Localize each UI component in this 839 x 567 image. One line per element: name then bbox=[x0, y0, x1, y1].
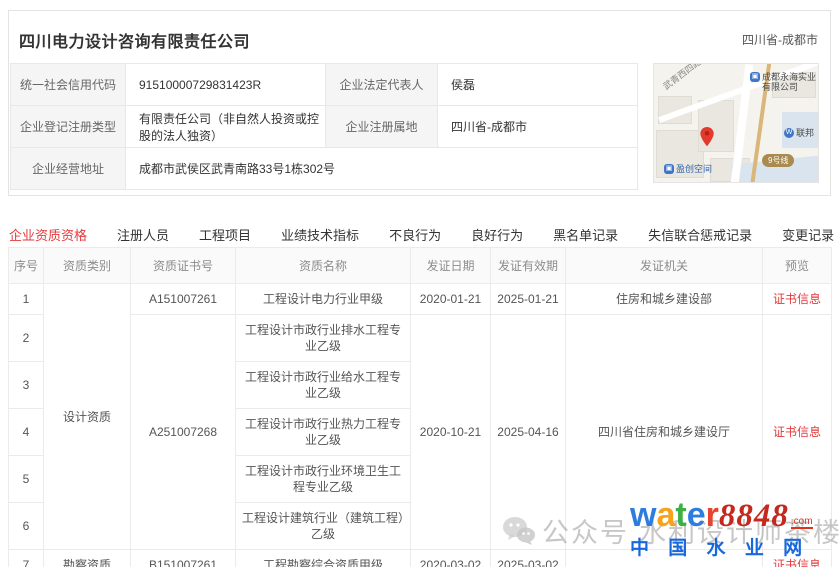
page-title: 四川电力设计咨询有限责任公司 bbox=[19, 28, 250, 52]
column-header-cert-no: 资质证书号 bbox=[131, 248, 236, 284]
map-poi-yingchuang: ▣ 盈创空间 bbox=[664, 164, 712, 174]
col-seq: 2 bbox=[9, 315, 44, 362]
map-pin-icon bbox=[699, 126, 715, 148]
cert-info-link[interactable]: 证书信息 bbox=[773, 425, 821, 439]
col-seq: 7 bbox=[9, 550, 44, 567]
info-value: 侯磊 bbox=[438, 64, 638, 106]
info-label: 企业法定代表人 bbox=[326, 64, 438, 106]
table-row: 1设计资质A151007261工程设计电力行业甲级2020-01-212025-… bbox=[9, 284, 832, 315]
map-thumbnail[interactable]: 武青西四路 ▣ 成都永海实业有限公司 W 联邦 ▣ 盈创空间 9号线 bbox=[653, 63, 819, 183]
col-seq: 3 bbox=[9, 362, 44, 409]
cert-info-link[interactable]: 证书信息 bbox=[773, 292, 821, 306]
cert-info-link[interactable]: 证书信息 bbox=[773, 558, 821, 567]
col-issue-date: 2020-01-21 bbox=[411, 284, 491, 315]
col-qual-name: 工程设计市政行业给水工程专业乙级 bbox=[236, 362, 411, 409]
column-header-qual-name: 资质名称 bbox=[236, 248, 411, 284]
col-qual-name: 工程设计市政行业环境卫生工程专业乙级 bbox=[236, 456, 411, 503]
info-value: 91510000729831423R bbox=[126, 64, 326, 106]
col-preview: 证书信息 bbox=[763, 284, 832, 315]
company-info-table: 统一社会信用代码91510000729831423R企业法定代表人侯磊企业登记注… bbox=[10, 63, 638, 190]
column-header-authority: 发证机关 bbox=[566, 248, 763, 284]
col-seq: 6 bbox=[9, 503, 44, 550]
info-value: 成都市武侯区武青南路33号1栋302号 bbox=[126, 148, 638, 190]
col-preview: 证书信息 bbox=[763, 315, 832, 550]
col-cert-no: A151007261 bbox=[131, 284, 236, 315]
col-seq: 1 bbox=[9, 284, 44, 315]
col-preview: 证书信息 bbox=[763, 550, 832, 567]
table-row: 7勘察资质B151007261工程勘察综合资质甲级2020-03-022025-… bbox=[9, 550, 832, 567]
col-valid-date: 2025-04-16 bbox=[491, 315, 566, 550]
column-header-category: 资质类别 bbox=[44, 248, 131, 284]
col-seq: 4 bbox=[9, 409, 44, 456]
map-road-label: 武青西四路 bbox=[660, 63, 704, 92]
company-region-label: 四川省-成都市 bbox=[742, 28, 818, 48]
header-body: 统一社会信用代码91510000729831423R企业法定代表人侯磊企业登记注… bbox=[9, 61, 830, 190]
map-poi-lianbang: W 联邦 bbox=[784, 128, 814, 138]
col-category: 设计资质 bbox=[44, 284, 131, 550]
page: 四川电力设计咨询有限责任公司 四川省-成都市 统一社会信用代码915100007… bbox=[0, 0, 839, 567]
qualification-table: 序号资质类别资质证书号资质名称发证日期发证有效期发证机关预览 1设计资质A151… bbox=[8, 247, 832, 567]
metro-line-badge: 9号线 bbox=[762, 154, 794, 167]
col-category: 勘察资质 bbox=[44, 550, 131, 567]
col-authority: 住房和城乡建设部 bbox=[566, 550, 763, 567]
col-qual-name: 工程勘察综合资质甲级 bbox=[236, 550, 411, 567]
col-authority: 住房和城乡建设部 bbox=[566, 284, 763, 315]
col-qual-name: 工程设计建筑行业（建筑工程）乙级 bbox=[236, 503, 411, 550]
info-value: 有限责任公司（非自然人投资或控股的法人独资） bbox=[126, 106, 326, 148]
table-row: 2A251007268工程设计市政行业排水工程专业乙级2020-10-21202… bbox=[9, 315, 832, 362]
col-valid-date: 2025-03-02 bbox=[491, 550, 566, 567]
building-icon: ▣ bbox=[750, 72, 760, 82]
building-icon: ▣ bbox=[664, 164, 674, 174]
col-valid-date: 2025-01-21 bbox=[491, 284, 566, 315]
col-qual-name: 工程设计市政行业热力工程专业乙级 bbox=[236, 409, 411, 456]
col-issue-date: 2020-03-02 bbox=[411, 550, 491, 567]
col-cert-no: A251007268 bbox=[131, 315, 236, 550]
info-label: 企业经营地址 bbox=[11, 148, 126, 190]
info-label: 统一社会信用代码 bbox=[11, 64, 126, 106]
col-seq: 5 bbox=[9, 456, 44, 503]
info-label: 企业注册属地 bbox=[326, 106, 438, 148]
col-qual-name: 工程设计电力行业甲级 bbox=[236, 284, 411, 315]
title-row: 四川电力设计咨询有限责任公司 四川省-成都市 bbox=[9, 11, 830, 61]
col-qual-name: 工程设计市政行业排水工程专业乙级 bbox=[236, 315, 411, 362]
poi-icon: W bbox=[784, 128, 794, 138]
map-poi-company: ▣ 成都永海实业有限公司 bbox=[750, 72, 816, 93]
column-header-valid-date: 发证有效期 bbox=[491, 248, 566, 284]
column-header-issue-date: 发证日期 bbox=[411, 248, 491, 284]
col-authority: 四川省住房和城乡建设厅 bbox=[566, 315, 763, 550]
company-header-card: 四川电力设计咨询有限责任公司 四川省-成都市 统一社会信用代码915100007… bbox=[8, 10, 831, 196]
col-cert-no: B151007261 bbox=[131, 550, 236, 567]
column-header-preview: 预览 bbox=[763, 248, 832, 284]
info-value: 四川省-成都市 bbox=[438, 106, 638, 148]
col-issue-date: 2020-10-21 bbox=[411, 315, 491, 550]
info-label: 企业登记注册类型 bbox=[11, 106, 126, 148]
column-header-seq: 序号 bbox=[9, 248, 44, 284]
